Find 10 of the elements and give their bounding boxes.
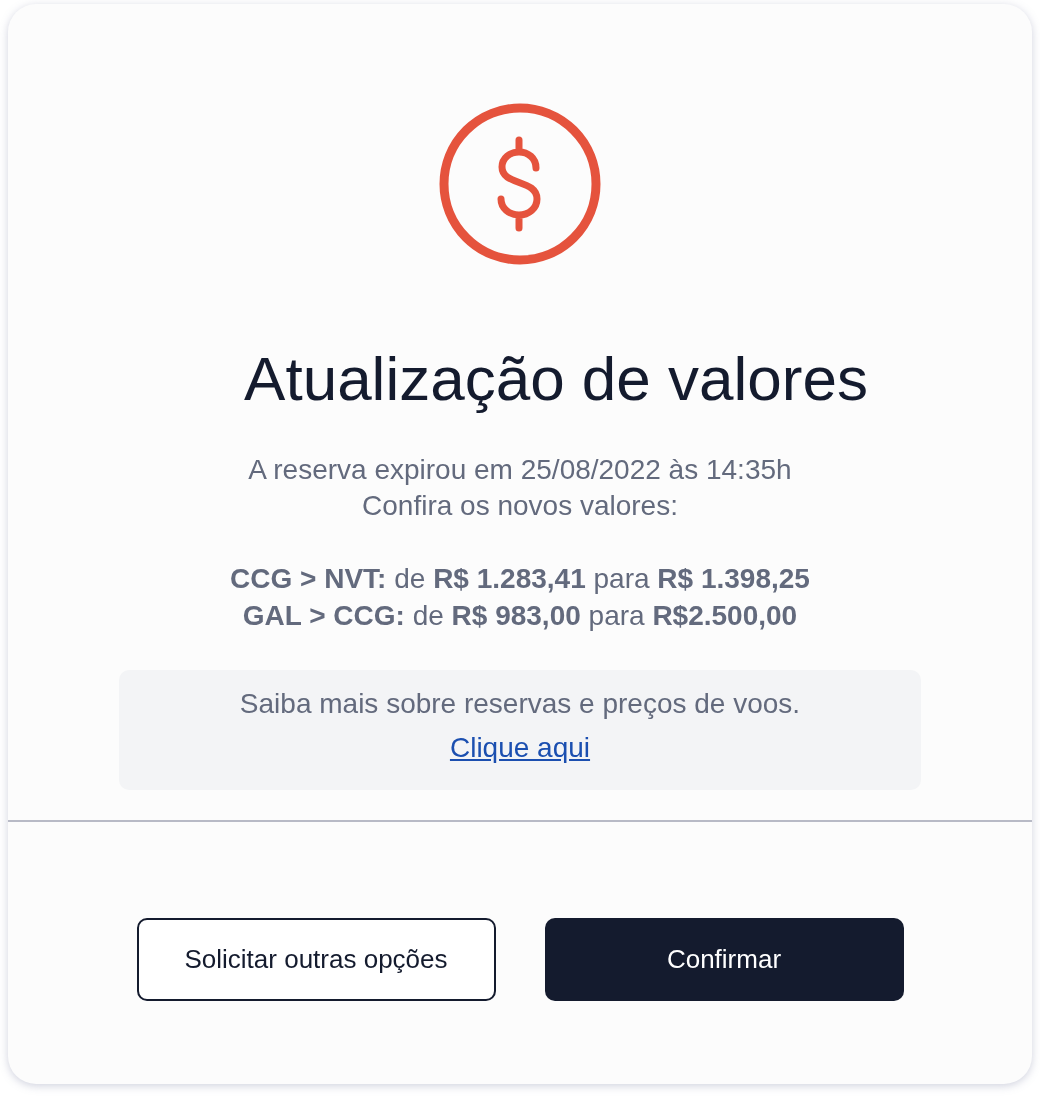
options-button[interactable]: Solicitar outras opções [136, 918, 496, 1002]
more-info-link[interactable]: Clique aqui [449, 732, 591, 765]
message-text: Confira os novos valores: [361, 489, 679, 524]
confirm-button[interactable]: Confirmar [544, 918, 904, 1002]
price-change-text: GAL > CCG: de R$ 983,00 para R$2.500,00 [241, 599, 799, 634]
message-text: A reserva expirou em 25/08/2022 às 14:35h [248, 453, 792, 488]
price-change-text: CCG > NVT: de R$ 1.283,41 para R$ 1.398,25 [230, 562, 810, 597]
dialog-title: Atualização de valores [244, 343, 868, 415]
info-text: Saiba mais sobre reservas e preços de voos. [239, 688, 801, 721]
dollar-icon [438, 102, 602, 266]
